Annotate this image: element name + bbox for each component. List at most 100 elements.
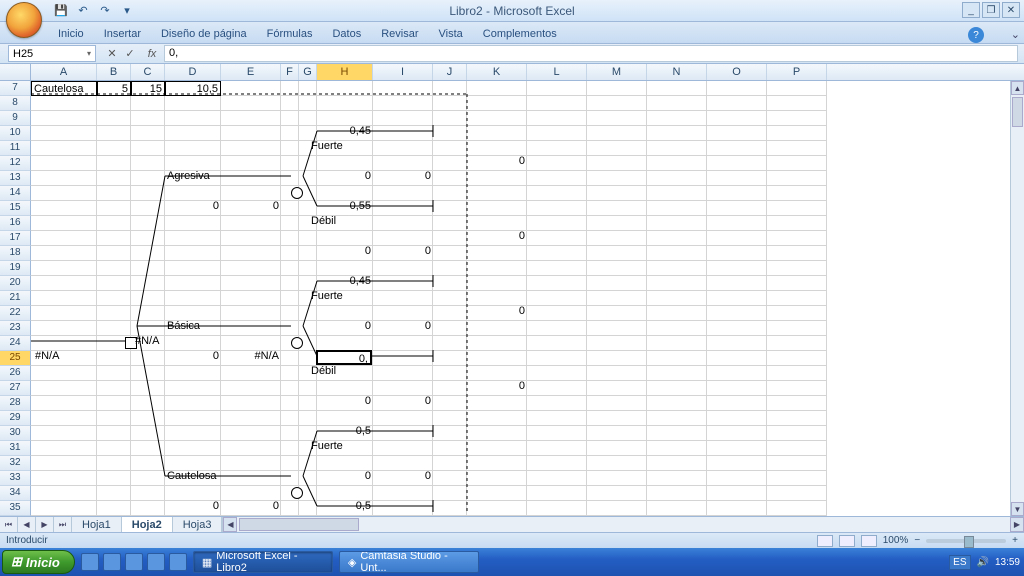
- cell[interactable]: [527, 306, 587, 321]
- cell[interactable]: [221, 276, 281, 291]
- row-header[interactable]: 12: [0, 156, 31, 171]
- cell[interactable]: [587, 381, 647, 396]
- cell[interactable]: [527, 186, 587, 201]
- taskbar-item-excel[interactable]: ▦Microsoft Excel - Libro2: [193, 551, 333, 573]
- accept-edit-icon[interactable]: ✓: [122, 46, 138, 62]
- cell[interactable]: [467, 441, 527, 456]
- cell[interactable]: [527, 126, 587, 141]
- sheet-nav-next-icon[interactable]: ▶: [36, 517, 54, 532]
- cell[interactable]: [97, 186, 131, 201]
- cell[interactable]: [767, 186, 827, 201]
- undo-icon[interactable]: ↶: [74, 2, 92, 20]
- cell[interactable]: [221, 81, 281, 96]
- cell[interactable]: [587, 201, 647, 216]
- cell[interactable]: [31, 156, 97, 171]
- cell[interactable]: [165, 276, 221, 291]
- cell[interactable]: [281, 471, 299, 486]
- cell[interactable]: [221, 111, 281, 126]
- cell[interactable]: [467, 321, 527, 336]
- column-header-D[interactable]: D: [165, 64, 221, 80]
- cell[interactable]: [527, 156, 587, 171]
- cell[interactable]: [97, 381, 131, 396]
- column-header-K[interactable]: K: [467, 64, 527, 80]
- cell[interactable]: [433, 501, 467, 516]
- cell[interactable]: [299, 456, 317, 471]
- cell[interactable]: [131, 381, 165, 396]
- cell[interactable]: [767, 411, 827, 426]
- cell[interactable]: [165, 411, 221, 426]
- cell[interactable]: [467, 276, 527, 291]
- cell[interactable]: [221, 216, 281, 231]
- cell[interactable]: [767, 291, 827, 306]
- cell[interactable]: [31, 456, 97, 471]
- cell[interactable]: [647, 381, 707, 396]
- select-all-corner[interactable]: [0, 64, 31, 80]
- cell[interactable]: [281, 276, 299, 291]
- cell[interactable]: [281, 291, 299, 306]
- cell[interactable]: [299, 261, 317, 276]
- cell[interactable]: [97, 456, 131, 471]
- cell[interactable]: [97, 216, 131, 231]
- tab-insertar[interactable]: Insertar: [94, 25, 151, 43]
- cell[interactable]: [647, 96, 707, 111]
- cell[interactable]: [707, 111, 767, 126]
- cell[interactable]: [299, 81, 317, 96]
- cell[interactable]: [165, 396, 221, 411]
- row-header[interactable]: 35: [0, 501, 31, 516]
- cell[interactable]: [433, 141, 467, 156]
- cell[interactable]: [299, 306, 317, 321]
- cell[interactable]: [373, 201, 433, 216]
- cell[interactable]: [165, 261, 221, 276]
- column-header-E[interactable]: E: [221, 64, 281, 80]
- cell[interactable]: [299, 381, 317, 396]
- cell[interactable]: [527, 471, 587, 486]
- cell[interactable]: [373, 486, 433, 501]
- column-header-I[interactable]: I: [373, 64, 433, 80]
- cell[interactable]: [31, 231, 97, 246]
- cell[interactable]: [707, 141, 767, 156]
- redo-icon[interactable]: ↷: [96, 2, 114, 20]
- cell[interactable]: [433, 366, 467, 381]
- cell[interactable]: [221, 96, 281, 111]
- cell[interactable]: [165, 96, 221, 111]
- column-header-F[interactable]: F: [281, 64, 299, 80]
- cell[interactable]: [299, 321, 317, 336]
- cell[interactable]: [527, 246, 587, 261]
- cell[interactable]: [707, 381, 767, 396]
- cell[interactable]: [767, 486, 827, 501]
- cell[interactable]: [433, 96, 467, 111]
- cell[interactable]: [587, 231, 647, 246]
- tray-icon[interactable]: 🔊: [977, 557, 989, 568]
- cell[interactable]: [221, 126, 281, 141]
- cell[interactable]: [31, 291, 97, 306]
- cell[interactable]: [707, 366, 767, 381]
- cell[interactable]: [767, 231, 827, 246]
- cell[interactable]: [707, 216, 767, 231]
- maximize-button[interactable]: ❐: [982, 2, 1000, 18]
- cell[interactable]: [707, 171, 767, 186]
- cell[interactable]: [467, 246, 527, 261]
- cell[interactable]: [433, 126, 467, 141]
- cell[interactable]: [707, 456, 767, 471]
- sheet-nav-last-icon[interactable]: ⏭: [54, 517, 72, 532]
- row-header[interactable]: 25: [0, 351, 31, 366]
- scroll-up-icon[interactable]: ▲: [1011, 81, 1024, 95]
- cell[interactable]: [373, 231, 433, 246]
- tab-vista[interactable]: Vista: [429, 25, 473, 43]
- cell[interactable]: [281, 231, 299, 246]
- cell[interactable]: [31, 96, 97, 111]
- worksheet-grid[interactable]: ABCDEFGHIJKLMNOP 7Cautelosa51510,5891011…: [0, 64, 1024, 516]
- cell[interactable]: [221, 231, 281, 246]
- cell[interactable]: [467, 366, 527, 381]
- cell[interactable]: [317, 156, 373, 171]
- column-header-H[interactable]: H: [317, 64, 373, 80]
- cell[interactable]: [467, 396, 527, 411]
- cell[interactable]: [31, 396, 97, 411]
- cell[interactable]: [373, 366, 433, 381]
- cell[interactable]: [131, 246, 165, 261]
- row-header[interactable]: 30: [0, 426, 31, 441]
- cell[interactable]: [767, 126, 827, 141]
- cell[interactable]: [299, 126, 317, 141]
- tab-datos[interactable]: Datos: [322, 25, 371, 43]
- cell[interactable]: [281, 396, 299, 411]
